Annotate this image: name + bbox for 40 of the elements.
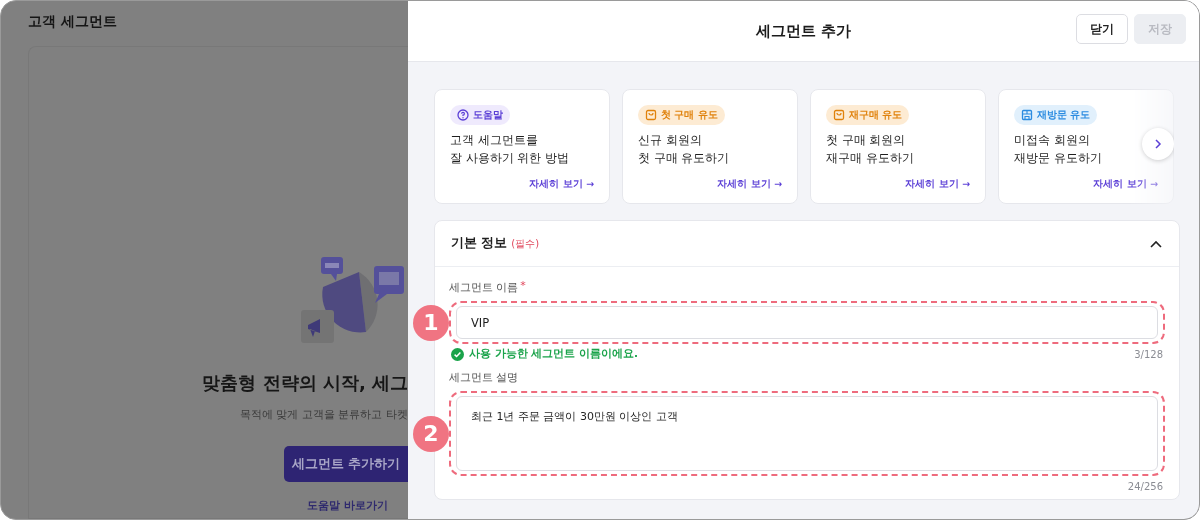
guide-card-title: 첫 구매 회원의 재구매 유도하기: [826, 132, 914, 167]
step-number-badge: 2: [413, 415, 449, 452]
field-label: 세그먼트 설명: [449, 371, 519, 385]
required-mark: *: [520, 281, 526, 291]
category-badge: 재방문 유도: [1014, 105, 1098, 125]
section-title: 기본 정보: [451, 235, 508, 252]
chevron-right-icon: [1152, 138, 1164, 150]
see-more-link[interactable]: 자세히 보기 →: [717, 178, 782, 191]
close-button[interactable]: 닫기: [1076, 14, 1128, 44]
guide-card-title: 미접속 회원의 재방문 유도하기: [1014, 132, 1102, 167]
drawer-title: 세그먼트 추가: [755, 21, 852, 41]
guide-card[interactable]: 재방문 유도 미접속 회원의 재방문 유도하기 자세히 보기 →: [998, 89, 1174, 204]
guide-card-title: 신규 회원의 첫 구매 유도하기: [638, 132, 730, 167]
character-counter: 3/128: [1134, 348, 1163, 360]
help-icon: [457, 109, 469, 121]
category-badge: 첫 구매 유도: [638, 105, 725, 125]
guide-card[interactable]: 도움말 고객 세그먼트를 잘 사용하기 위한 방법 자세히 보기 →: [434, 89, 610, 204]
add-segment-button[interactable]: 세그먼트 추가하기: [283, 446, 408, 482]
step-number-badge: 1: [413, 304, 449, 341]
guide-card[interactable]: 첫 구매 유도 신규 회원의 첫 구매 유도하기 자세히 보기 →: [622, 89, 798, 204]
bag-icon: [833, 109, 845, 121]
empty-state-description: 목적에 맞게 고객을 분류하고 타켓: [240, 407, 408, 422]
bag-icon: [645, 109, 657, 121]
character-counter: 24/256: [1127, 480, 1163, 492]
segment-name-input[interactable]: VIP: [456, 306, 1158, 339]
required-tag: (필수): [511, 236, 540, 251]
see-more-link[interactable]: 자세히 보기 →: [529, 178, 594, 191]
category-badge: 재구매 유도: [826, 105, 910, 125]
validation-text: 사용 가능한 세그먼트 이름이에요.: [469, 347, 638, 361]
check-circle-icon: [451, 347, 464, 361]
segment-description-textarea[interactable]: 최근 1년 주문 금액이 30만원 이상인 고객: [456, 396, 1158, 471]
store-icon: [1021, 109, 1033, 121]
empty-state-heading: 맞춤형 전략의 시작, 세그: [202, 371, 408, 395]
guide-card-title: 고객 세그먼트를 잘 사용하기 위한 방법: [450, 132, 569, 167]
field-label: 세그먼트 이름: [449, 281, 519, 295]
see-more-link[interactable]: 자세히 보기 →: [905, 178, 970, 191]
category-badge: 도움말: [450, 105, 510, 125]
see-more-link[interactable]: 자세히 보기 →: [1093, 178, 1158, 191]
guide-card[interactable]: 재구매 유도 첫 구매 회원의 재구매 유도하기 자세히 보기 →: [810, 89, 986, 204]
page-title: 고객 세그먼트: [28, 13, 118, 31]
